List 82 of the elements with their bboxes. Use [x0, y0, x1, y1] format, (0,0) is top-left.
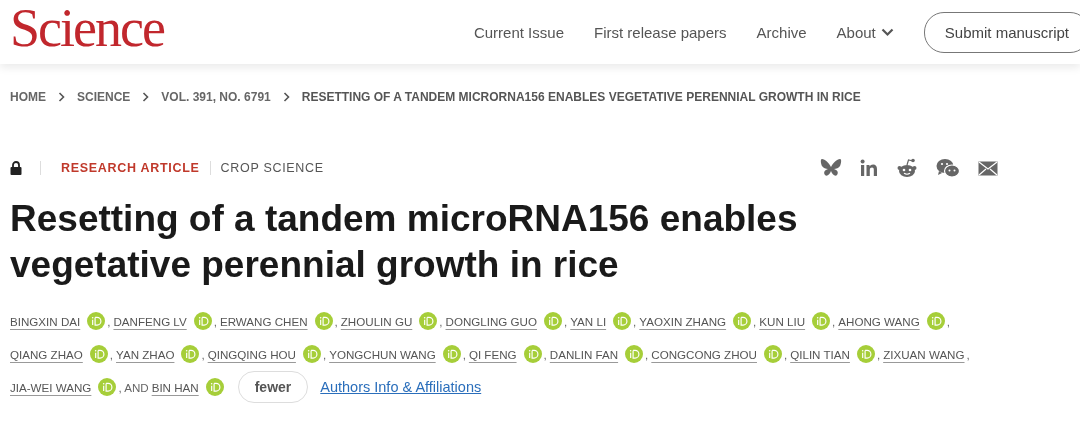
orcid-icon[interactable]: [302, 345, 321, 363]
article-section[interactable]: CROP SCIENCE: [220, 161, 324, 175]
separator: ,: [213, 314, 217, 328]
author-link[interactable]: QINGQING HOU: [207, 347, 296, 361]
logo[interactable]: Science: [10, 1, 164, 55]
chat-bubbles-icon[interactable]: [936, 158, 960, 178]
author-link[interactable]: ZHOULIN GU: [340, 314, 413, 328]
separator: ,: [946, 314, 950, 328]
author-link[interactable]: DONGLING GUO: [445, 314, 537, 328]
orcid-icon[interactable]: [314, 312, 333, 330]
separator: , AND: [118, 380, 149, 394]
orcid-icon[interactable]: [181, 345, 200, 363]
orcid-icon[interactable]: [625, 345, 644, 363]
chevron-right-icon: [58, 92, 65, 102]
breadcrumb-link[interactable]: HOME: [10, 90, 46, 104]
separator: ,: [543, 347, 547, 361]
separator: ,: [645, 347, 649, 361]
orcid-icon[interactable]: [926, 312, 945, 330]
article-type[interactable]: RESEARCH ARTICLE: [61, 161, 200, 175]
orcid-icon[interactable]: [856, 345, 875, 363]
orcid-icon[interactable]: [544, 312, 562, 330]
affiliations-link[interactable]: Authors Info & Affiliations: [320, 379, 482, 395]
separator: ,: [564, 314, 568, 328]
separator: ,: [107, 314, 111, 328]
orcid-icon[interactable]: [613, 312, 632, 330]
nav-link[interactable]: Current Issue: [473, 23, 564, 41]
article-title: Resetting of a tandem microRNA156 enables vegetative perennial growth in rice: [9, 197, 799, 287]
chevron-right-icon: [282, 92, 290, 102]
author-link[interactable]: YAOXIN ZHANG: [639, 314, 727, 328]
author-link[interactable]: YAN LI: [570, 314, 607, 328]
author-link[interactable]: DANLIN FAN: [549, 347, 619, 361]
author-link[interactable]: YAN ZHAO: [116, 347, 175, 361]
separator: ,: [633, 314, 637, 328]
author-link[interactable]: KUN LIU: [759, 314, 806, 328]
separator: ,: [322, 347, 327, 361]
nav-menu[interactable]: About: [836, 23, 894, 41]
author-link[interactable]: CONGCONG ZHOU: [651, 347, 757, 361]
breadcrumb-link[interactable]: VOL. 391, NO. 6791: [161, 90, 271, 104]
nav-link[interactable]: Archive: [756, 23, 807, 41]
orcid-icon[interactable]: [442, 345, 461, 363]
separator: ,: [832, 314, 836, 328]
separator: ,: [109, 347, 114, 361]
email-icon[interactable]: [978, 160, 998, 176]
author-link[interactable]: QILIN TIAN: [790, 347, 850, 361]
orcid-icon[interactable]: [89, 345, 108, 363]
separator: ,: [201, 347, 205, 361]
orcid-icon[interactable]: [87, 312, 106, 330]
separator: ,: [876, 347, 881, 361]
separator: ,: [439, 314, 443, 328]
orcid-icon[interactable]: [193, 312, 212, 330]
author-link[interactable]: BINGXIN DAI: [10, 314, 81, 328]
orcid-icon[interactable]: [523, 345, 542, 363]
breadcrumb-link[interactable]: SCIENCE: [77, 90, 131, 104]
orcid-icon[interactable]: [812, 312, 831, 330]
separator: ,: [334, 314, 338, 328]
chevron-right-icon: [142, 92, 150, 102]
fewer-button[interactable]: fewer: [237, 371, 309, 403]
separator: ,: [462, 347, 466, 361]
author-link[interactable]: YONGCHUN WANG: [329, 347, 436, 361]
author-link[interactable]: QIANG ZHAO: [10, 347, 83, 361]
butterfly-icon[interactable]: [820, 158, 842, 178]
author-link[interactable]: QI FENG: [468, 347, 517, 361]
nav-link[interactable]: First release papers: [594, 23, 727, 41]
author-link[interactable]: ZIXUAN WANG: [883, 347, 965, 361]
separator: ,: [753, 314, 757, 328]
separator: ,: [783, 347, 788, 361]
orcid-icon[interactable]: [205, 378, 224, 396]
orcid-icon[interactable]: [419, 312, 438, 330]
chevron-down-icon: [880, 27, 894, 37]
linkedin-icon[interactable]: [860, 159, 878, 177]
breadcrumb-current: RESETTING OF A TANDEM MICRORNA156 ENABLES VEGETATIVE PERENNIAL GROWTH IN RICE: [301, 90, 861, 104]
submit-button[interactable]: Submit manuscript: [923, 11, 1080, 53]
orcid-icon[interactable]: [98, 378, 117, 396]
author-link[interactable]: AHONG WANG: [838, 314, 920, 328]
separator: ,: [966, 347, 970, 361]
orcid-icon[interactable]: [763, 345, 782, 363]
author-link[interactable]: JIA-WEI WANG: [10, 380, 92, 394]
author-link[interactable]: BIN HAN: [151, 380, 199, 394]
author-link[interactable]: DANFENG LV: [113, 314, 187, 328]
author-link[interactable]: ERWANG CHEN: [219, 314, 308, 328]
reddit-icon[interactable]: [896, 158, 918, 178]
orcid-icon[interactable]: [733, 312, 752, 330]
